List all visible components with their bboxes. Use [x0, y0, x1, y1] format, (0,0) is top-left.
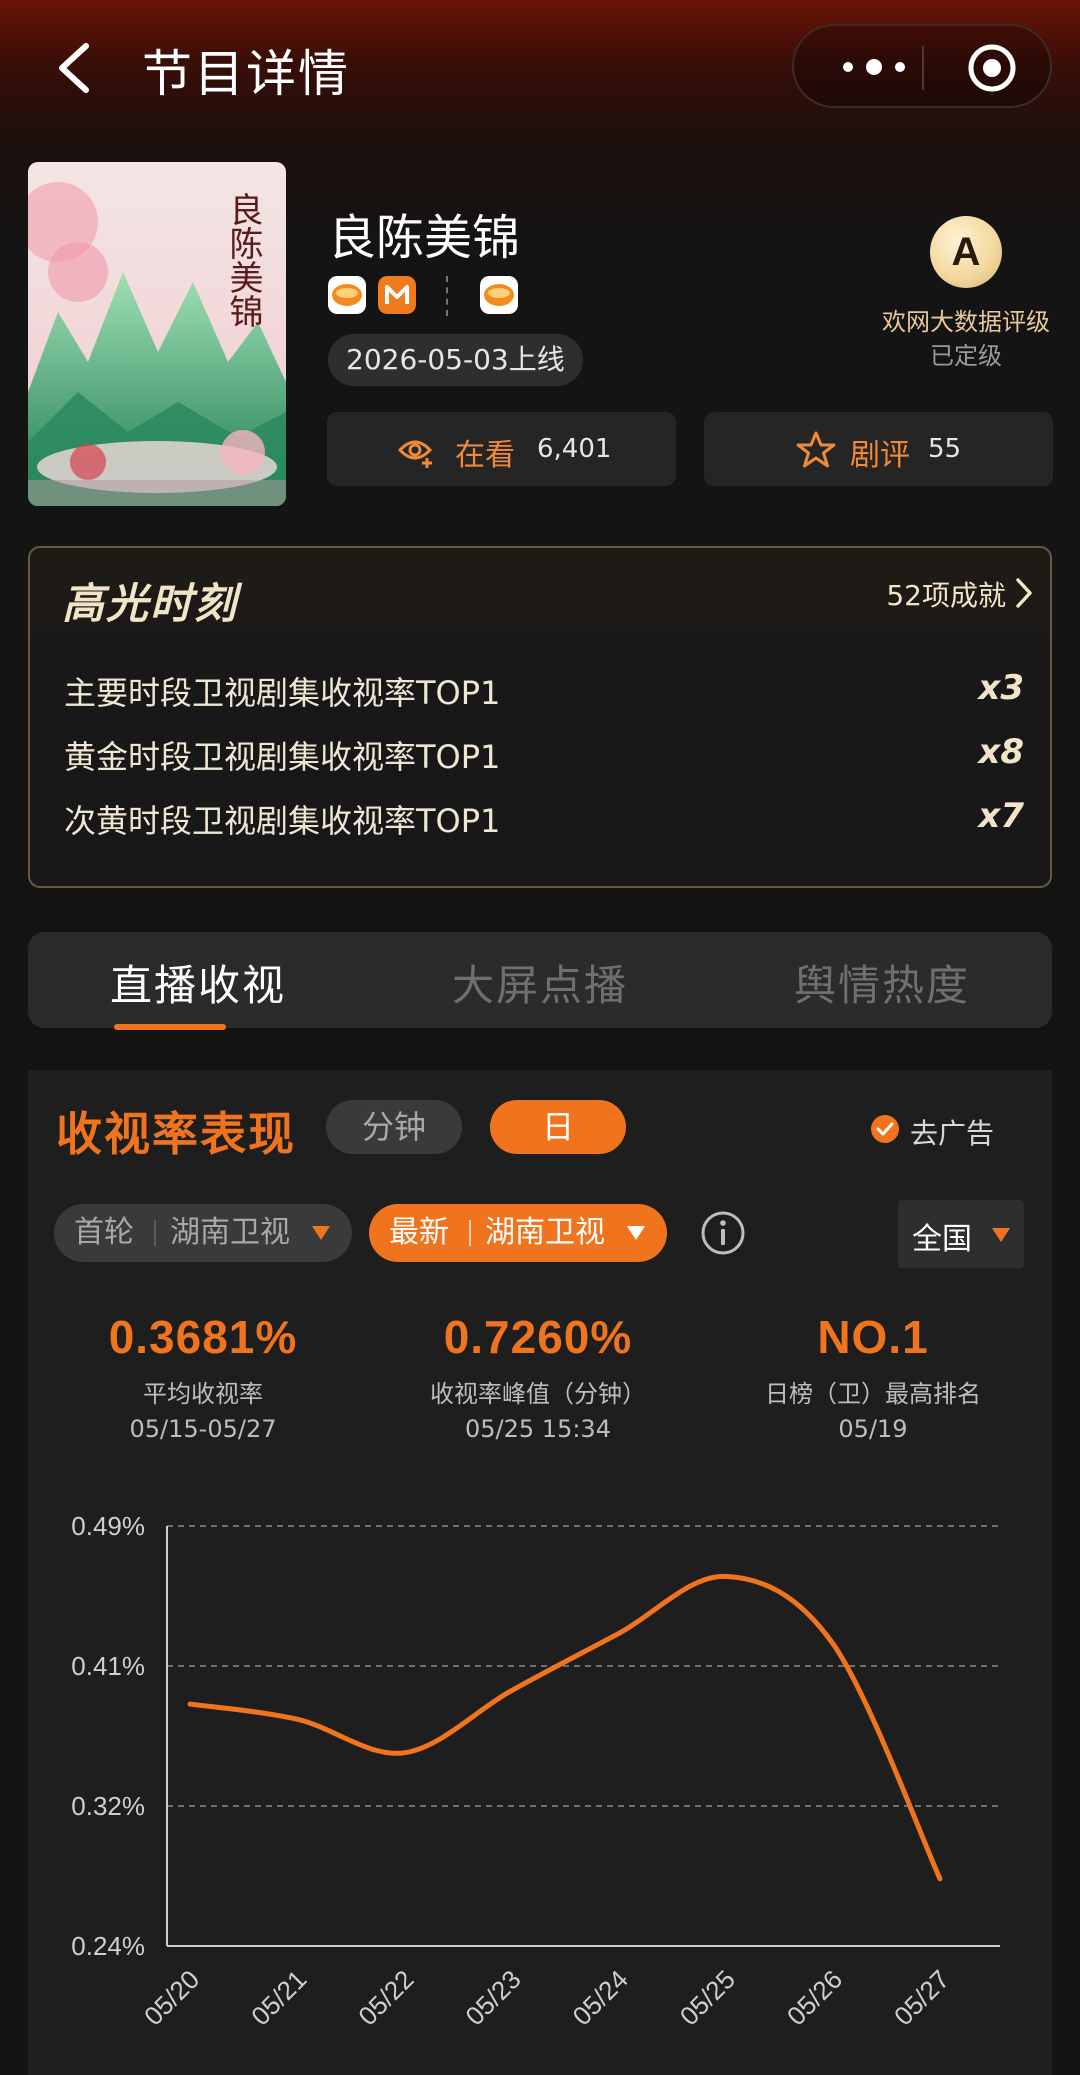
- region-dropdown[interactable]: 全国: [898, 1200, 1024, 1268]
- eye-plus-icon: [397, 440, 433, 468]
- hunan-tv-icon: [328, 276, 366, 314]
- close-miniprogram-icon[interactable]: [966, 42, 1018, 94]
- kpi-date: 05/25 15:34: [465, 1415, 611, 1443]
- ad-free-label: 去广告: [910, 1117, 995, 1150]
- kpi-value: 0.3681%: [108, 1311, 298, 1363]
- star-icon: [796, 431, 836, 468]
- x-tick-label: 05/27: [888, 1964, 955, 2031]
- show-title: 良陈美锦: [328, 210, 521, 266]
- tab-bar: 直播收视 大屏点播 舆情热度: [28, 932, 1052, 1028]
- highlight-text: 次黄时段卫视剧集收视率TOP1: [64, 802, 501, 840]
- info-icon[interactable]: [700, 1210, 746, 1256]
- series-line: [187, 1573, 943, 1882]
- x-tick-label: 05/26: [781, 1964, 848, 2031]
- kpi-peak: 0.7260% 收视率峰值（分钟） 05/25 15:34: [373, 1310, 703, 1443]
- tab-sentiment[interactable]: 舆情热度: [732, 952, 1032, 1013]
- caret-down-icon: [992, 1228, 1010, 1242]
- page-title: 节目详情: [142, 45, 350, 103]
- caret-down-icon: [627, 1226, 645, 1240]
- mini-program-capsule: [792, 24, 1052, 108]
- kpi-value: NO.1: [817, 1311, 929, 1363]
- y-tick-label: 0.49%: [71, 1511, 145, 1541]
- watching-button[interactable]: 在看 6,401: [327, 412, 676, 486]
- highlight-text: 黄金时段卫视剧集收视率TOP1: [64, 738, 501, 776]
- kpi-average: 0.3681% 平均收视率 05/15-05/27: [38, 1310, 368, 1443]
- x-tick-label: 05/21: [245, 1964, 312, 2031]
- kpi-date: 05/19: [838, 1415, 908, 1443]
- reviews-count: 55: [928, 434, 962, 464]
- back-button[interactable]: [52, 40, 100, 96]
- highlight-times: x7: [978, 796, 1024, 836]
- reviews-button[interactable]: 剧评 55: [704, 412, 1053, 486]
- poster-title-calligraphy: 良陈美锦: [223, 192, 263, 328]
- highlight-row: 次黄时段卫视剧集收视率TOP1 x7: [64, 796, 1024, 846]
- active-tab-indicator: [114, 1024, 226, 1030]
- watching-count: 6,401: [537, 434, 612, 464]
- rating-status: 已定级: [930, 342, 1002, 370]
- y-tick-label: 0.32%: [71, 1791, 145, 1821]
- highlight-times: x8: [978, 732, 1024, 772]
- kpi-value: 0.7260%: [443, 1311, 633, 1363]
- capsule-divider: [922, 46, 924, 90]
- y-tick-label: 0.24%: [71, 1931, 145, 1961]
- x-tick-label: 05/24: [567, 1964, 634, 2031]
- minute-toggle[interactable]: 分钟: [326, 1100, 462, 1154]
- filter-type: 首轮: [74, 1215, 134, 1250]
- check-circle-icon: [871, 1115, 899, 1143]
- filter-channel: 湖南卫视: [485, 1215, 605, 1250]
- release-date-badge: 2026-05-03上线: [328, 334, 583, 386]
- show-poster[interactable]: 良陈美锦: [28, 162, 286, 506]
- y-tick-label: 0.41%: [71, 1651, 145, 1681]
- rating-label: 欢网大数据评级: [882, 308, 1050, 336]
- filter-separator: [154, 1220, 156, 1246]
- day-toggle[interactable]: 日: [490, 1100, 626, 1154]
- hunan-tv-icon: [480, 276, 518, 314]
- section-title: 收视率表现: [56, 1107, 296, 1161]
- rating-grade-badge[interactable]: A: [930, 216, 1002, 288]
- filter-type: 最新: [389, 1215, 449, 1250]
- kpi-rank: NO.1 日榜（卫）最高排名 05/19: [708, 1310, 1038, 1443]
- x-tick-label: 05/23: [459, 1964, 526, 2031]
- app-header: 节目详情: [0, 0, 1080, 140]
- filter-channel: 湖南卫视: [170, 1215, 290, 1250]
- platform-divider: [446, 276, 448, 316]
- x-tick-label: 05/25: [674, 1964, 741, 2031]
- highlight-title: 高光时刻: [62, 579, 239, 628]
- ratings-line-chart: 0.49% 0.41% 0.32% 0.24%05/20 05/21 05/22 05/23…: [71, 1511, 1000, 2031]
- highlight-card[interactable]: 高光时刻 52项成就 主要时段卫视剧集收视率TOP1 x3 黄金时段卫视剧集收视…: [28, 546, 1052, 888]
- achievement-count[interactable]: 52项成就: [886, 574, 1006, 614]
- highlight-row: 主要时段卫视剧集收视率TOP1 x3: [64, 668, 1024, 718]
- chevron-left-icon: [59, 43, 89, 93]
- mango-tv-icon: [378, 276, 416, 314]
- tab-live-ratings[interactable]: 直播收视: [48, 952, 348, 1013]
- chevron-right-icon: [1016, 578, 1032, 608]
- more-icon[interactable]: [834, 52, 914, 82]
- tab-vod[interactable]: 大屏点播: [390, 952, 690, 1013]
- filter-separator: [469, 1220, 471, 1246]
- highlight-times: x3: [978, 668, 1024, 708]
- poster-image: 良陈美锦: [28, 162, 286, 506]
- watching-label: 在看: [455, 438, 515, 473]
- latest-filter[interactable]: 最新 湖南卫视: [369, 1204, 667, 1262]
- kpi-date: 05/15-05/27: [129, 1415, 277, 1443]
- kpi-label: 收视率峰值（分钟）: [430, 1380, 646, 1408]
- highlight-text: 主要时段卫视剧集收视率TOP1: [64, 674, 501, 712]
- region-value: 全国: [912, 1222, 972, 1257]
- x-tick-label: 05/22: [352, 1964, 419, 2031]
- kpi-label: 日榜（卫）最高排名: [765, 1380, 981, 1408]
- caret-down-icon: [312, 1226, 330, 1240]
- first-run-filter[interactable]: 首轮 湖南卫视: [54, 1204, 352, 1262]
- reviews-label: 剧评: [850, 438, 910, 473]
- highlight-row: 黄金时段卫视剧集收视率TOP1 x8: [64, 732, 1024, 782]
- x-tick-label: 05/20: [138, 1964, 205, 2031]
- kpi-label: 平均收视率: [143, 1380, 263, 1408]
